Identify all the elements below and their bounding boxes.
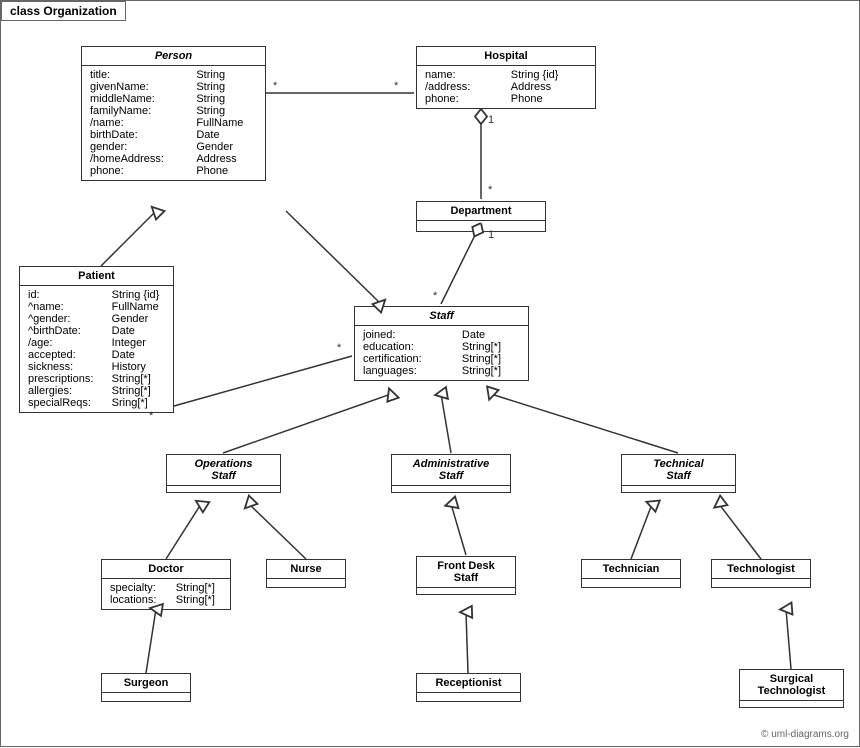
class-technical-staff-header: Technical Staff	[622, 455, 735, 486]
class-person-header: Person	[82, 47, 265, 66]
class-administrative-staff: Administrative Staff	[391, 454, 511, 493]
class-technical-staff-body	[622, 486, 735, 492]
svg-text:*: *	[488, 184, 493, 196]
class-staff-header: Staff	[355, 307, 528, 326]
class-technician-body	[582, 579, 680, 587]
class-hospital-body: name:String {id} /address:Address phone:…	[417, 66, 595, 108]
class-nurse-body	[267, 579, 345, 587]
class-technologist-body	[712, 579, 810, 587]
class-technician-header: Technician	[582, 560, 680, 579]
class-nurse-header: Nurse	[267, 560, 345, 579]
class-front-desk-staff-body	[417, 588, 515, 594]
class-technician: Technician	[581, 559, 681, 588]
class-technologist-header: Technologist	[712, 560, 810, 579]
class-surgeon: Surgeon	[101, 673, 191, 702]
svg-text:*: *	[394, 80, 399, 92]
class-front-desk-staff: Front Desk Staff	[416, 556, 516, 595]
class-patient-header: Patient	[20, 267, 173, 286]
class-operations-staff: Operations Staff	[166, 454, 281, 493]
class-hospital: Hospital name:String {id} /address:Addre…	[416, 46, 596, 109]
class-nurse: Nurse	[266, 559, 346, 588]
class-doctor-header: Doctor	[102, 560, 230, 579]
class-operations-staff-body	[167, 486, 280, 492]
class-doctor: Doctor specialty:String[*] locations:Str…	[101, 559, 231, 610]
class-administrative-staff-body	[392, 486, 510, 492]
class-front-desk-staff-header: Front Desk Staff	[417, 557, 515, 588]
class-patient-body: id:String {id} ^name:FullName ^gender:Ge…	[20, 286, 173, 412]
diagram-container: class Organization Person title:String g…	[0, 0, 860, 747]
copyright: © uml-diagrams.org	[761, 729, 849, 740]
class-doctor-body: specialty:String[*] locations:String[*]	[102, 579, 230, 609]
class-receptionist: Receptionist	[416, 673, 521, 702]
class-patient: Patient id:String {id} ^name:FullName ^g…	[19, 266, 174, 413]
class-surgeon-body	[102, 693, 190, 701]
class-operations-staff-header: Operations Staff	[167, 455, 280, 486]
class-department-header: Department	[417, 202, 545, 221]
class-surgeon-header: Surgeon	[102, 674, 190, 693]
diagram-title: class Organization	[1, 1, 126, 21]
class-surgical-technologist-body	[740, 701, 843, 707]
svg-text:1: 1	[488, 114, 494, 126]
class-department: Department	[416, 201, 546, 232]
class-surgical-technologist-header: Surgical Technologist	[740, 670, 843, 701]
class-surgical-technologist: Surgical Technologist	[739, 669, 844, 708]
class-receptionist-header: Receptionist	[417, 674, 520, 693]
svg-text:*: *	[433, 290, 438, 302]
class-technologist: Technologist	[711, 559, 811, 588]
class-administrative-staff-header: Administrative Staff	[392, 455, 510, 486]
svg-text:*: *	[273, 80, 278, 92]
class-hospital-header: Hospital	[417, 47, 595, 66]
class-technical-staff: Technical Staff	[621, 454, 736, 493]
class-receptionist-body	[417, 693, 520, 701]
class-staff-body: joined:Date education:String[*] certific…	[355, 326, 528, 380]
class-person: Person title:String givenName:String mid…	[81, 46, 266, 181]
class-department-body	[417, 221, 545, 231]
class-staff: Staff joined:Date education:String[*] ce…	[354, 306, 529, 381]
svg-text:*: *	[337, 342, 342, 354]
class-person-body: title:String givenName:String middleName…	[82, 66, 265, 180]
